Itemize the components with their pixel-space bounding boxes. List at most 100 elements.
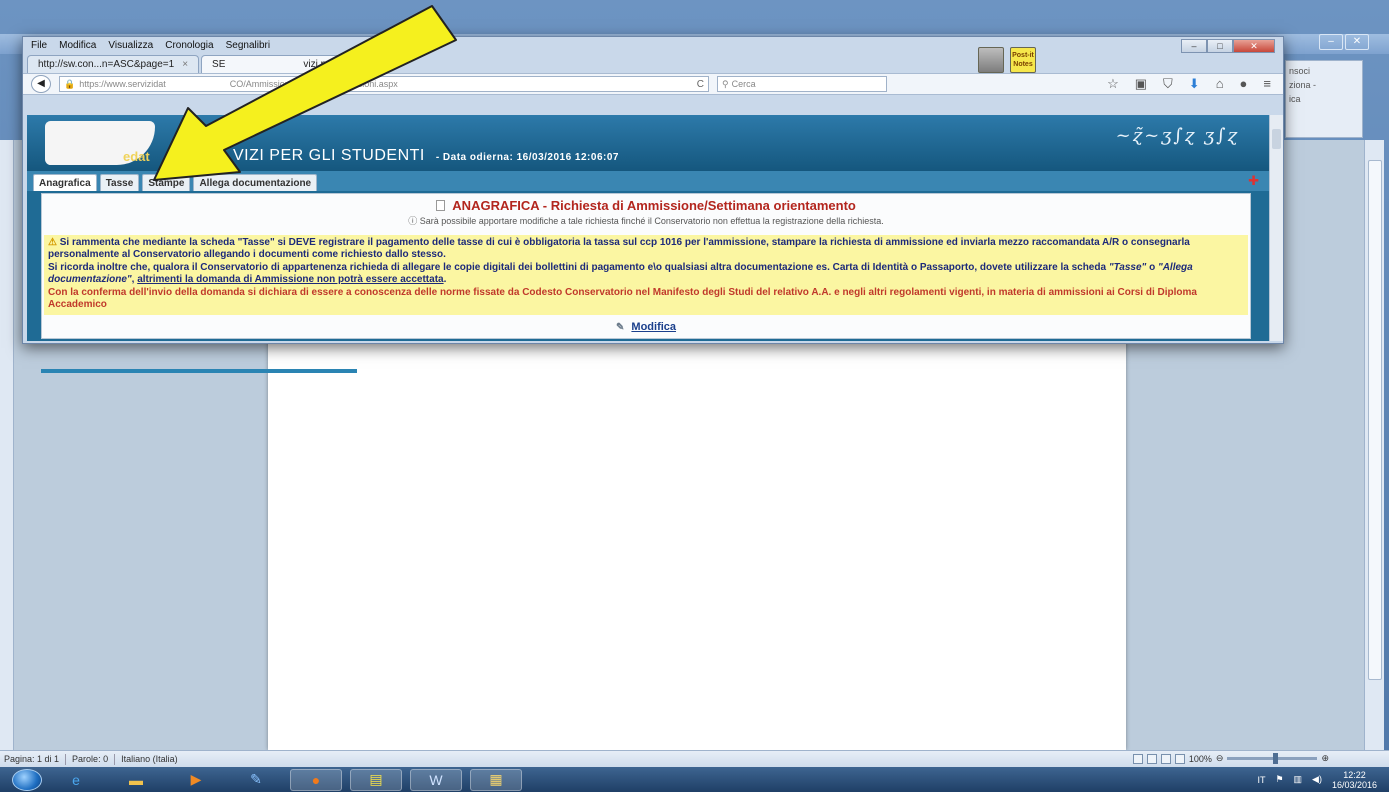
tab-allega[interactable]: Allega documentazione <box>193 174 318 191</box>
minimize-icon[interactable]: – <box>1181 39 1207 53</box>
web-page: edat VIZI PER GLI STUDENTI - Data odiern… <box>27 115 1269 373</box>
app-tab-bar: Anagrafica Tasse Stampe Allega documenta… <box>27 171 1269 191</box>
post-it-icon[interactable]: Post-it Notes <box>1010 47 1036 73</box>
ie-icon[interactable]: e <box>50 769 102 791</box>
close-icon[interactable]: ✕ <box>1345 34 1369 50</box>
status-page[interactable]: Pagina: 1 di 1 <box>4 754 59 764</box>
tab-first[interactable]: http://sw.con...n=ASC&page=1 × <box>27 55 200 73</box>
logo-text: edat <box>123 149 150 164</box>
chat-icon[interactable]: ● <box>1240 76 1248 92</box>
tab-label: SE <box>212 59 226 70</box>
heading-text: ANAGRAFICA - Richiesta di Ammissione/Set… <box>452 198 856 213</box>
word-ribbon-fragment: nsoci ziona - ica <box>1285 60 1363 138</box>
view-outline-icon[interactable] <box>1174 753 1185 764</box>
close-icon[interactable]: ✕ <box>1233 39 1275 53</box>
anagrafica-panel: ANAGRAFICA - Richiesta di Ammissione/Set… <box>41 193 1251 339</box>
ribbon-label[interactable]: ziona - <box>1289 78 1359 92</box>
url-text-tail: CO/Ammissioni/GestioneAmmissioni.aspx <box>229 79 398 89</box>
vertical-scrollbar[interactable] <box>1364 140 1384 750</box>
clock-time: 12:22 <box>1343 769 1366 780</box>
folder-icon[interactable]: ▬ <box>110 769 162 791</box>
tab-label: http://sw.con...n=ASC&page=1 <box>38 59 175 70</box>
document-page[interactable] <box>268 340 1126 750</box>
firefox-window: File Modifica Visualizza Cronologia Segn… <box>22 36 1284 373</box>
word-icon[interactable]: W <box>410 768 462 791</box>
page-scrollbar[interactable] <box>1269 115 1283 341</box>
vertical-ruler <box>0 140 14 750</box>
modifica-link[interactable]: Modifica <box>631 321 676 333</box>
info-text: Sarà possibile apportare modifiche a tal… <box>419 216 884 226</box>
pocket-icon[interactable]: ⛉ <box>1163 76 1173 92</box>
menu-file[interactable]: File <box>31 40 47 51</box>
scrollbar-thumb[interactable] <box>1368 160 1382 680</box>
info-icon: ⓘ <box>408 216 420 226</box>
menu-icon[interactable]: ≡ <box>1263 76 1271 92</box>
explorer-icon[interactable]: ▦ <box>470 768 522 791</box>
flag-icon[interactable]: ⚑ <box>1275 774 1283 785</box>
download-icon[interactable]: ⬇ <box>1189 76 1200 92</box>
clock[interactable]: 12:22 16/03/2016 <box>1332 770 1377 790</box>
search-placeholder: Cerca <box>731 79 756 89</box>
pin-icon[interactable]: ✚ <box>1248 173 1259 189</box>
url-text: https://www.servizidat <box>79 79 166 89</box>
word-statusbar: Pagina: 1 di 1 Parole: 0 Italiano (Itali… <box>0 750 1389 767</box>
url-bar[interactable]: 🔒 https://www.servizidat CO/Ammissioni/G… <box>59 76 709 92</box>
tab-stampe[interactable]: Stampe <box>142 174 191 191</box>
zoom-out-icon[interactable]: ⊖ <box>1216 753 1224 764</box>
notice-text-2: Si ricorda inoltre che, qualora il Conse… <box>48 261 1109 273</box>
clipboard-icon[interactable]: ▣ <box>1135 76 1147 92</box>
tab-tasse[interactable]: Tasse <box>99 174 140 191</box>
tab-label-suffix: vizi per gli... <box>303 59 357 70</box>
paint-icon[interactable]: ✎ <box>230 769 282 791</box>
page-scrollbar-thumb[interactable] <box>1272 129 1281 149</box>
zoom-level[interactable]: 100% <box>1189 754 1212 764</box>
maximize-icon[interactable]: □ <box>1207 39 1233 53</box>
menu-visualizza[interactable]: Visualizza <box>108 40 153 51</box>
view-web-icon[interactable] <box>1160 753 1171 764</box>
tab-anagrafica[interactable]: Anagrafica <box>33 174 97 191</box>
ribbon-label[interactable]: ica <box>1289 92 1359 106</box>
view-fullscreen-icon[interactable] <box>1146 753 1157 764</box>
close-tab-icon[interactable]: × <box>364 59 370 70</box>
info-line: ⓘ Sarà possibile apportare modifiche a t… <box>42 213 1250 227</box>
menu-bar: File Modifica Visualizza Cronologia Segn… <box>23 37 1283 53</box>
ribbon-label[interactable]: nsoci <box>1289 64 1359 78</box>
zoom-in-icon[interactable]: ⊕ <box>1321 753 1329 764</box>
menu-cronologia[interactable]: Cronologia <box>165 40 213 51</box>
zoom-slider[interactable] <box>1227 753 1318 764</box>
addon-icon[interactable] <box>978 47 1004 73</box>
tab-active[interactable]: SE vizi per gli... × <box>201 55 382 73</box>
home-icon[interactable]: ⌂ <box>1216 76 1224 92</box>
new-tab-button[interactable]: + <box>383 58 407 73</box>
bookmark-star-icon[interactable]: ☆ <box>1107 76 1119 92</box>
edit-icon: ✎ <box>615 322 625 334</box>
language-indicator[interactable]: IT <box>1257 775 1265 785</box>
back-button[interactable]: ◀ <box>31 75 51 93</box>
media-player-icon[interactable]: ▶ <box>170 769 222 791</box>
status-language[interactable]: Italiano (Italia) <box>121 754 178 764</box>
close-tab-icon[interactable]: × <box>182 59 188 70</box>
status-words[interactable]: Parole: 0 <box>72 754 108 764</box>
search-icon: ⚲ <box>722 78 729 89</box>
network-icon[interactable]: ▥ <box>1294 774 1303 785</box>
notice-text-3: Con la conferma dell'invio della domanda… <box>48 286 1197 311</box>
menu-segnalibri[interactable]: Segnalibri <box>226 40 270 51</box>
minimize-icon[interactable]: – <box>1319 34 1343 50</box>
reload-icon[interactable]: C <box>697 79 704 90</box>
warning-icon: ⚠ <box>48 237 60 248</box>
view-print-icon[interactable] <box>1132 753 1143 764</box>
sticky-notes-icon[interactable]: ▤ <box>350 768 402 791</box>
site-banner: edat VIZI PER GLI STUDENTI - Data odiern… <box>27 115 1269 171</box>
edit-row: ✎ Modifica <box>42 321 1250 333</box>
tab-bar: http://sw.con...n=ASC&page=1 × SE vizi p… <box>23 53 1283 73</box>
menu-modifica[interactable]: Modifica <box>59 40 96 51</box>
search-input[interactable]: ⚲ Cerca <box>717 76 887 92</box>
volume-icon[interactable]: ◀) <box>1312 774 1322 785</box>
start-button[interactable] <box>12 768 42 791</box>
notice-link[interactable]: altrimenti la domanda di Ammissione non … <box>137 274 443 285</box>
taskbar: e ▬ ▶ ✎ ● ▤ W ▦ IT ⚑ ▥ ◀) 12:22 16/03/20… <box>0 767 1389 792</box>
current-date: - Data odierna: 16/03/2016 12:06:07 <box>435 152 619 163</box>
zoom-control: 100% ⊖ ⊕ <box>1132 753 1329 764</box>
window-controls: – □ ✕ <box>1181 39 1275 53</box>
firefox-icon[interactable]: ● <box>290 768 342 791</box>
